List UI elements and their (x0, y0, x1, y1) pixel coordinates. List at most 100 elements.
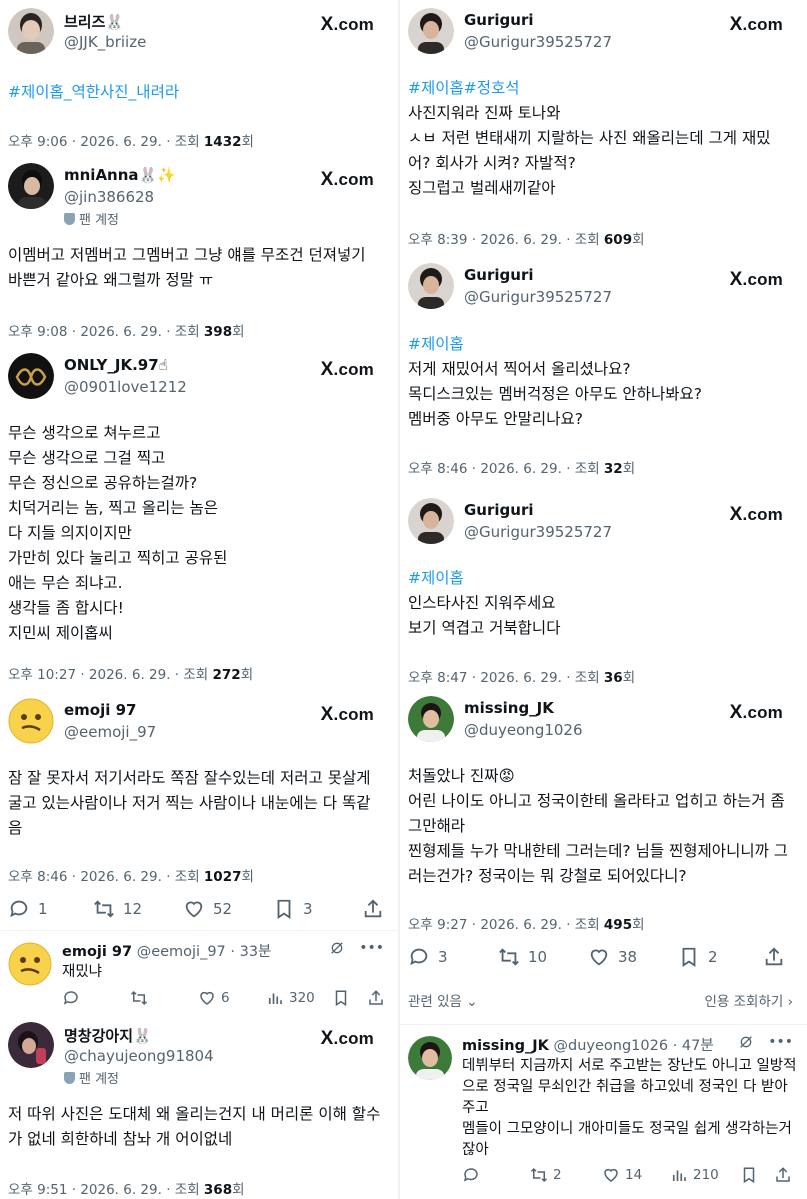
tweet-card: Guriguri @Gurigur39525727 X.com #제이홉 저게 … (400, 255, 807, 490)
user-handle[interactable]: @0901love1212 (64, 378, 187, 396)
tweet-text: 이멤버고 저멤버고 그멤버고 그냥 얘를 무조건 던져넣기 바쁜거 같아요 왜그… (8, 246, 366, 289)
like-count: 52 (213, 900, 233, 918)
fan-account-badge: 팬 계정 (64, 209, 119, 228)
repost-button[interactable] (130, 989, 153, 1007)
reply-text: 재밌냐 (62, 964, 103, 980)
tweet-actions: 3 10 38 2 (408, 946, 791, 970)
reply-text: 데뷔부터 지금까지 서로 주고받는 장난도 아니고 일방적으로 정국일 무쇠인간… (462, 1058, 797, 1158)
avatar[interactable] (408, 1036, 452, 1080)
heart-icon (604, 1168, 618, 1182)
hashtag-link[interactable]: #제이홉#정호석 (408, 76, 791, 101)
grok-icon (331, 942, 344, 954)
user-handle[interactable]: @Gurigur39525727 (464, 288, 612, 306)
repost-button[interactable]: 10 (498, 946, 547, 968)
tweet-actions: 1 12 52 3 (8, 898, 382, 922)
reply-button[interactable] (462, 1166, 485, 1184)
bookmark-button[interactable]: 2 (678, 946, 718, 968)
views-button[interactable]: 320 (266, 989, 315, 1007)
reply-button[interactable]: 1 (8, 898, 48, 920)
chevron-down-icon: ⌄ (466, 994, 478, 1010)
tweet-meta[interactable]: 오후 9:06 · 2026. 6. 29. · 조회 1432회 (8, 130, 254, 150)
tweet-meta[interactable]: 오후 8:46 · 2026. 6. 29. · 조회 32회 (408, 457, 635, 477)
repost-button[interactable]: 12 (93, 898, 142, 920)
user-name[interactable]: ONLY_JK.97☝ (64, 356, 168, 374)
bookmark-button[interactable]: 3 (273, 898, 313, 920)
tweet-meta[interactable]: 오후 8:47 · 2026. 6. 29. · 조회 36회 (408, 666, 635, 686)
user-name[interactable]: 명창강아지🐰 (64, 1025, 152, 1046)
hashtag-link[interactable]: #제이홉 (408, 566, 791, 591)
tweet-text: 무슨 생각으로 쳐누르고 무슨 생각으로 그걸 찍고 무슨 정신으로 공유하는걸… (8, 424, 228, 642)
x-com-logo: X.com (320, 169, 374, 190)
reply-button[interactable] (62, 989, 85, 1007)
avatar[interactable] (8, 942, 52, 986)
user-handle[interactable]: @Gurigur39525727 (464, 523, 612, 541)
repost-count: 12 (123, 900, 143, 918)
avatar[interactable] (8, 8, 54, 54)
bookmark-button[interactable] (332, 989, 355, 1007)
avatar[interactable] (408, 8, 454, 54)
like-button[interactable]: 6 (198, 989, 230, 1007)
user-name[interactable]: Guriguri (464, 501, 534, 519)
tweet-meta[interactable]: 오후 8:39 · 2026. 6. 29. · 조회 609회 (408, 228, 645, 248)
user-handle[interactable]: @chayujeong91804 (64, 1047, 214, 1065)
bookmark-button[interactable] (740, 1166, 763, 1184)
tweet-meta[interactable]: 오후 9:27 · 2026. 6. 29. · 조회 495회 (408, 913, 645, 933)
views-button[interactable]: 210 (670, 1166, 719, 1184)
reply-icon (463, 1168, 478, 1182)
quote-view-link[interactable]: 인용 조회하기 › (704, 990, 793, 1010)
tweet-meta[interactable]: 오후 10:27 · 2026. 6. 29. · 조회 272회 (8, 663, 253, 683)
tweet-card: Guriguri @Gurigur39525727 X.com #제이홉#정호석… (400, 0, 807, 255)
related-filter[interactable]: 관련 있음 ⌄ (408, 994, 478, 1010)
hashtag-link[interactable]: #제이홉 (408, 332, 791, 357)
reply-header[interactable]: emoji 97 @eemoji_97 · 33분 (62, 940, 271, 961)
tweet-card: missing_JK @duyeong1026 X.com 처돌았나 진짜😡 어… (400, 688, 807, 1018)
reply-card: missing_JK @duyeong1026 · 47분 ••• 데뷔부터 지… (400, 1026, 807, 1199)
user-handle[interactable]: @jin386628 (64, 188, 154, 206)
user-name[interactable]: missing_JK (464, 699, 554, 717)
user-name[interactable]: emoji 97 (64, 701, 137, 719)
tweet-card: Guriguri @Gurigur39525727 X.com #제이홉 인스타… (400, 490, 807, 686)
reply-header[interactable]: missing_JK @duyeong1026 · 47분 (462, 1034, 714, 1055)
avatar[interactable] (408, 263, 454, 309)
like-button[interactable]: 38 (588, 946, 637, 968)
share-button[interactable] (367, 989, 390, 1007)
tweet-meta[interactable]: 오후 8:46 · 2026. 6. 29. · 조회 1027회 (8, 865, 254, 885)
share-button[interactable] (774, 1166, 797, 1184)
more-icon[interactable]: ••• (768, 1034, 793, 1050)
user-name[interactable]: mniAnna🐰✨ (64, 166, 176, 184)
tweet-text: 저 따위 사진은 도대체 왜 올리는건지 내 머리론 이해 할수가 없네 희한하… (8, 1105, 381, 1148)
reply-actions: 2 14 210 (462, 1166, 797, 1186)
reply-card: emoji 97 @eemoji_97 · 33분 ••• 재밌냐 6 320 (0, 932, 398, 1012)
user-name[interactable]: Guriguri (464, 266, 534, 284)
avatar[interactable] (408, 696, 454, 742)
user-handle[interactable]: @Gurigur39525727 (464, 33, 612, 51)
repost-button[interactable]: 2 (530, 1166, 562, 1184)
avatar[interactable] (408, 498, 454, 544)
tweet-meta[interactable]: 오후 9:51 · 2026. 6. 29. · 조회 368회 (8, 1178, 245, 1198)
share-button[interactable] (362, 898, 392, 920)
tweet-card: ONLY_JK.97☝ @0901love1212 X.com 무슨 생각으로 … (0, 345, 398, 683)
avatar[interactable] (8, 163, 54, 209)
user-name[interactable]: 브리즈🐰 (64, 11, 124, 32)
x-com-logo: X.com (320, 14, 374, 35)
tweet-text: 저게 재밌어서 찍어서 올리셨나요? 목디스크있는 멤버걱정은 아무도 안하나봐… (408, 360, 702, 428)
like-button[interactable]: 52 (183, 898, 232, 920)
reply-actions: 6 320 (62, 989, 388, 1009)
repost-icon (499, 948, 519, 966)
reply-icon (10, 900, 28, 918)
tweet-meta[interactable]: 오후 9:08 · 2026. 6. 29. · 조회 398회 (8, 320, 245, 340)
reply-button[interactable]: 3 (408, 946, 448, 968)
avatar[interactable] (8, 698, 54, 744)
user-name[interactable]: Guriguri (464, 11, 534, 29)
avatar[interactable] (8, 353, 54, 399)
more-icon[interactable]: ••• (359, 940, 384, 956)
like-button[interactable]: 14 (602, 1166, 642, 1184)
like-count: 38 (618, 948, 638, 966)
avatar[interactable] (8, 1022, 54, 1068)
share-button[interactable] (763, 946, 793, 968)
user-handle[interactable]: @eemoji_97 (64, 723, 156, 741)
user-handle[interactable]: @duyeong1026 (464, 721, 583, 739)
x-com-logo: X.com (729, 702, 783, 723)
hashtag-link[interactable]: #제이홉_역한사진_내려라 (8, 80, 382, 105)
user-handle[interactable]: @JJK_briize (64, 33, 146, 51)
